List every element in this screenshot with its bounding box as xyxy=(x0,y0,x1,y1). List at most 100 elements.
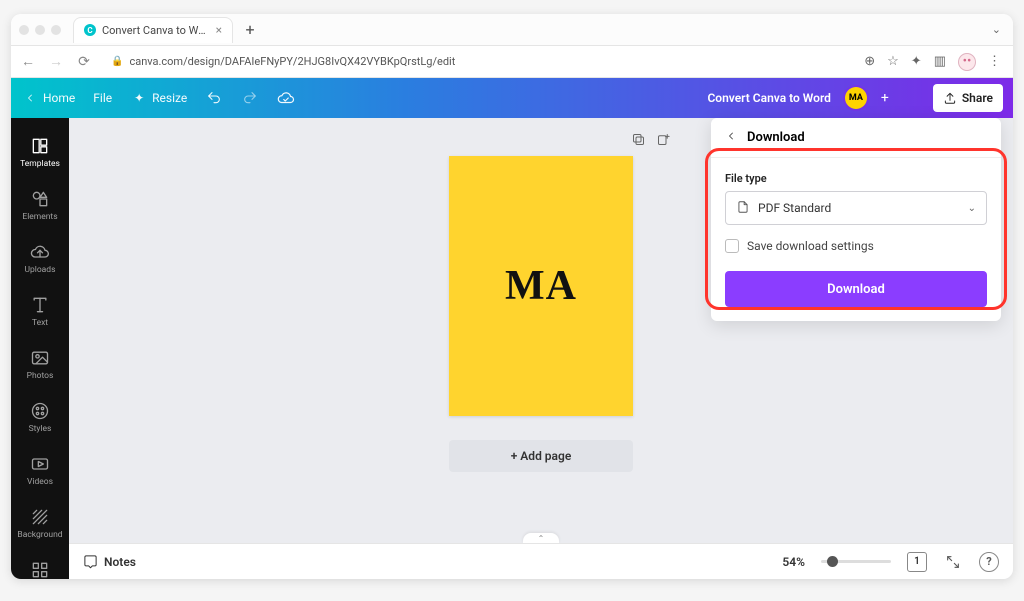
uploads-icon xyxy=(30,242,50,262)
file-type-label: File type xyxy=(725,172,987,185)
cloud-check-icon xyxy=(277,89,295,107)
address-field[interactable]: 🔒 canva.com/design/DAFAIeFNyPY/2HJG8IvQX… xyxy=(103,50,854,74)
bar-chart-icon xyxy=(903,90,919,106)
page-tools xyxy=(631,132,671,151)
nav-forward-icon: → xyxy=(47,53,65,70)
notes-icon xyxy=(83,554,98,569)
panel-back-icon[interactable] xyxy=(725,130,737,146)
window-controls xyxy=(19,25,61,35)
sidebar-item-uploads[interactable]: Uploads xyxy=(11,232,69,285)
home-label: Home xyxy=(43,91,75,105)
user-avatar[interactable]: MA xyxy=(845,87,867,109)
sidebar-item-all-designs[interactable]: All your de... xyxy=(11,550,69,579)
duplicate-page-icon[interactable] xyxy=(631,132,646,151)
resize-button[interactable]: ✦ Resize xyxy=(130,89,187,107)
profile-avatar-icon[interactable]: •• xyxy=(958,53,976,71)
sidebar-item-label: Uploads xyxy=(12,265,68,275)
new-tab-button[interactable]: + xyxy=(239,19,261,41)
url-text: canva.com/design/DAFAIeFNyPY/2HJG8IvQX42… xyxy=(129,55,455,68)
sidebar-item-templates[interactable]: Templates xyxy=(11,126,69,179)
redo-icon xyxy=(241,89,259,107)
insights-button[interactable] xyxy=(903,90,919,106)
browser-window: C Convert Canva to Word - Flyer × + ⌄ ← … xyxy=(11,14,1013,579)
sidebar-item-videos[interactable]: Videos xyxy=(11,444,69,497)
toolbar-right: Convert Canva to Word MA + Share xyxy=(707,84,1003,112)
sidebar-item-label: Styles xyxy=(12,424,68,434)
page-text-content[interactable]: MA xyxy=(505,262,577,310)
home-button[interactable]: Home xyxy=(21,89,75,107)
zoom-level[interactable]: 54% xyxy=(782,555,805,569)
document-title[interactable]: Convert Canva to Word xyxy=(707,91,830,105)
browser-tab[interactable]: C Convert Canva to Word - Flyer × xyxy=(73,17,233,43)
nav-reload-icon[interactable]: ⟳ xyxy=(75,54,93,70)
panel-title: Download xyxy=(747,130,805,145)
notes-button[interactable]: Notes xyxy=(83,554,136,569)
styles-icon xyxy=(30,401,50,421)
save-settings-row[interactable]: Save download settings xyxy=(725,239,987,253)
fullscreen-icon[interactable] xyxy=(943,554,963,570)
tab-close-icon[interactable]: × xyxy=(216,23,222,37)
add-page-button[interactable]: + Add page xyxy=(449,440,633,472)
undo-button[interactable] xyxy=(205,89,223,107)
sparkle-icon: ✦ xyxy=(130,89,148,107)
chevron-down-icon: ⌄ xyxy=(968,203,976,214)
redo-button[interactable] xyxy=(241,89,259,107)
background-icon xyxy=(30,507,50,527)
zoom-slider-knob[interactable] xyxy=(827,556,838,567)
file-type-select[interactable]: PDF Standard ⌄ xyxy=(725,191,987,225)
videos-icon xyxy=(30,454,50,474)
extensions-icon[interactable]: ✦ xyxy=(911,54,922,69)
design-page[interactable]: MA xyxy=(449,156,633,416)
file-label: File xyxy=(93,91,112,105)
sidebar-item-text[interactable]: Text xyxy=(11,285,69,338)
browser-menu-icon[interactable]: ⋮ xyxy=(988,54,1001,69)
url-bar: ← → ⟳ 🔒 canva.com/design/DAFAIeFNyPY/2HJ… xyxy=(11,46,1013,78)
photos-icon xyxy=(30,348,50,368)
collections-icon[interactable]: ▥ xyxy=(934,54,946,69)
add-page-icon[interactable] xyxy=(656,132,671,151)
save-settings-checkbox[interactable] xyxy=(725,239,739,253)
sidebar-item-label: Templates xyxy=(12,159,68,169)
browser-actions: ⊕ ☆ ✦ ▥ •• ⋮ xyxy=(864,53,1005,71)
maximize-window-dot[interactable] xyxy=(51,25,61,35)
nav-back-icon[interactable]: ← xyxy=(19,53,37,70)
sidebar-item-styles[interactable]: Styles xyxy=(11,391,69,444)
close-window-dot[interactable] xyxy=(19,25,29,35)
pages-drawer-handle[interactable]: ⌃ xyxy=(523,533,559,543)
file-type-value: PDF Standard xyxy=(758,201,831,215)
tab-title: Convert Canva to Word - Flyer xyxy=(102,24,210,37)
share-button[interactable]: Share xyxy=(933,84,1003,112)
canva-toolbar: Home File ✦ Resize xyxy=(11,78,1013,118)
bottom-bar: Notes 54% 1 ? xyxy=(69,543,1013,579)
sidebar-item-background[interactable]: Background xyxy=(11,497,69,550)
help-icon[interactable]: ? xyxy=(979,552,999,572)
invite-button[interactable]: + xyxy=(881,90,889,106)
templates-icon xyxy=(30,136,50,156)
file-button[interactable]: File xyxy=(93,91,112,105)
minimize-window-dot[interactable] xyxy=(35,25,45,35)
tabs-overflow-icon[interactable]: ⌄ xyxy=(988,19,1005,40)
add-page-label: + Add page xyxy=(511,449,572,463)
lock-icon: 🔒 xyxy=(111,56,123,67)
share-label: Share xyxy=(962,91,993,105)
page-count-button[interactable]: 1 xyxy=(907,552,927,572)
bookmark-icon[interactable]: ☆ xyxy=(887,54,899,69)
text-icon xyxy=(30,295,50,315)
titlebar: C Convert Canva to Word - Flyer × + ⌄ xyxy=(11,14,1013,46)
sidebar-item-label: Videos xyxy=(12,477,68,487)
upload-icon xyxy=(943,91,957,105)
sidebar-item-label: Photos xyxy=(12,371,68,381)
download-panel-body: File type PDF Standard ⌄ Save download s… xyxy=(711,158,1001,321)
sidebar-item-elements[interactable]: Elements xyxy=(11,179,69,232)
sidebar-item-label: Elements xyxy=(12,212,68,222)
sidebar-item-photos[interactable]: Photos xyxy=(11,338,69,391)
chevron-left-icon xyxy=(21,89,39,107)
file-icon xyxy=(736,200,750,217)
zoom-slider[interactable] xyxy=(821,560,891,563)
save-settings-label: Save download settings xyxy=(747,239,874,253)
download-button[interactable]: Download xyxy=(725,271,987,307)
install-icon[interactable]: ⊕ xyxy=(864,54,875,69)
undo-icon xyxy=(205,89,223,107)
download-panel-header: Download xyxy=(711,118,1001,158)
cloud-sync-button[interactable] xyxy=(277,89,295,107)
